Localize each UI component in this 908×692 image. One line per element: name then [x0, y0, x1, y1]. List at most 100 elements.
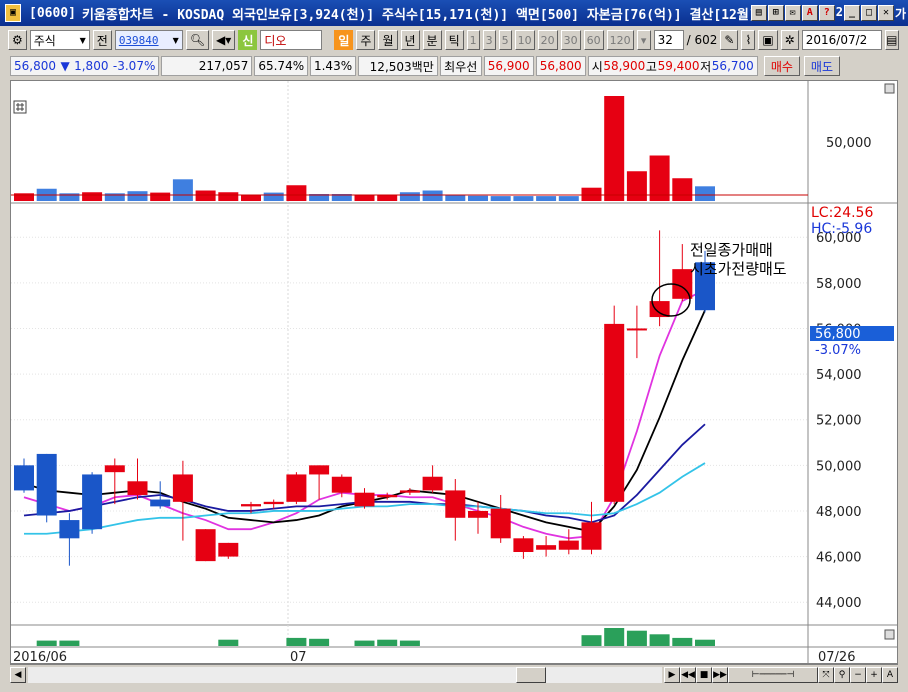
- interval-30-button[interactable]: 30: [560, 30, 581, 50]
- upper-bar: [377, 195, 398, 201]
- window-titlebar: ▣ [0600] 키움종합차트 - KOSDAQ 외국인보유[3,924(천)]…: [0, 0, 908, 26]
- stock-name-field: 디오: [260, 30, 323, 50]
- window-list-icon[interactable]: ⊞: [767, 4, 784, 21]
- text-tool-icon[interactable]: A: [882, 666, 898, 683]
- save-icon[interactable]: ▣: [758, 30, 778, 50]
- candle: [626, 328, 647, 331]
- zoom-in-icon[interactable]: +: [866, 666, 882, 683]
- upper-bar: [399, 192, 420, 201]
- volume-bar: [672, 637, 693, 646]
- search-icon[interactable]: 🔍︎: [185, 30, 210, 50]
- chart-scrollbar[interactable]: ◀ ▶ ◀◀ ■ ▶▶ ⊢─────⊣ ⤧ ⚲ − + A: [10, 664, 898, 684]
- upper-bar: [286, 185, 307, 201]
- upper-bar: [263, 192, 284, 201]
- chart-toolbar: ⚙ 주식 ▼ 전 039840 ▼ 🔍︎ ◀▾ 신 디오 일 주 월 년 분 틱 1…: [0, 27, 908, 53]
- candlestick-chart[interactable]: 50,000 44,000 46,000 48,000 50,000 52,000 54,…: [11, 81, 897, 665]
- alert-icon[interactable]: A: [801, 4, 818, 21]
- period-month-tab[interactable]: 월: [378, 30, 398, 50]
- scroll-track[interactable]: [28, 666, 662, 683]
- period-minute-tab[interactable]: 분: [422, 30, 442, 50]
- quote-price-group: 56,800 ▼ 1,800 -3.07%: [10, 56, 160, 76]
- candle: [241, 504, 261, 507]
- calendar-icon[interactable]: ▤: [884, 30, 899, 50]
- interval-dropdown[interactable]: ▾: [636, 30, 651, 50]
- stock-code-input[interactable]: 039840 ▼: [114, 30, 183, 50]
- interval-120-button[interactable]: 120: [606, 30, 634, 50]
- lock-icon[interactable]: ✉: [784, 4, 801, 21]
- rewind-icon[interactable]: ◀◀: [680, 666, 696, 683]
- candle: [195, 529, 216, 562]
- candle: [422, 476, 443, 491]
- upper-bar: [558, 196, 579, 201]
- candle: [377, 494, 398, 498]
- best-bid: 56,900: [483, 56, 534, 76]
- volume-bar: [626, 630, 647, 646]
- zoom-out-icon[interactable]: −: [850, 666, 866, 683]
- date-input[interactable]: 2016/07/2: [801, 30, 882, 50]
- x-label-start: 2016/06: [13, 650, 67, 663]
- upper-y-tick: 50,000: [826, 136, 872, 151]
- candle: [82, 474, 103, 530]
- interval-10-button[interactable]: 10: [514, 30, 535, 50]
- period-year-tab[interactable]: 년: [400, 30, 420, 50]
- count-input[interactable]: 32: [653, 30, 684, 50]
- candle: [445, 490, 466, 518]
- candle: [150, 499, 171, 507]
- interval-5-button[interactable]: 5: [498, 30, 512, 50]
- high-price: 59,400: [657, 59, 700, 73]
- minimize-icon[interactable]: _: [843, 4, 860, 21]
- period-tick-tab[interactable]: 틱: [444, 30, 464, 50]
- help-icon[interactable]: ?: [818, 4, 835, 21]
- period-day-tab[interactable]: 일: [334, 30, 354, 50]
- buy-button[interactable]: 매수: [763, 56, 800, 76]
- new-label[interactable]: 신: [238, 30, 258, 50]
- candle: [581, 522, 602, 550]
- title-overflow-text: 2: [835, 4, 843, 19]
- volume-bar: [286, 637, 307, 646]
- upper-bar: [513, 196, 534, 201]
- upper-bar: [536, 196, 557, 201]
- screen-id: [0600]: [29, 5, 76, 21]
- forward-icon[interactable]: ▶▶: [712, 666, 728, 683]
- interval-3-button[interactable]: 3: [482, 30, 496, 50]
- x-label-end: 07/26: [818, 650, 855, 663]
- volume-bar: [309, 638, 330, 646]
- close-icon[interactable]: ✕: [877, 4, 894, 21]
- chart-container[interactable]: 50,000 44,000 46,000 48,000 50,000 52,000 54,…: [10, 80, 898, 665]
- chevron-down-icon: ▼: [79, 35, 86, 45]
- candle: [490, 508, 511, 539]
- interval-20-button[interactable]: 20: [537, 30, 558, 50]
- close-volume-pane-icon[interactable]: [884, 629, 895, 640]
- upper-bar: [127, 191, 148, 201]
- play-icon[interactable]: ▶: [664, 666, 680, 683]
- zoom-slider-icon[interactable]: ⊢─────⊣: [728, 666, 818, 683]
- upper-bar: [445, 195, 466, 201]
- low-label: 저: [700, 59, 712, 74]
- scroll-thumb[interactable]: [516, 666, 546, 683]
- line-chart-icon[interactable]: ⌇: [741, 30, 756, 50]
- settings-icon[interactable]: ⚙: [8, 30, 27, 50]
- volume-bar: [604, 628, 625, 646]
- title-cut-text: 가: [894, 6, 906, 21]
- speaker-icon[interactable]: ◀▾: [212, 30, 236, 50]
- prev-stock-button[interactable]: 전: [92, 30, 112, 50]
- layout-icon[interactable]: ▤: [750, 4, 767, 21]
- upper-bar: [172, 179, 193, 201]
- candle: [263, 501, 284, 505]
- maximize-icon[interactable]: □: [860, 4, 877, 21]
- candle: [354, 492, 375, 507]
- y-tick-label: 44,000: [816, 596, 862, 611]
- candle: [36, 453, 57, 516]
- magnify-icon[interactable]: ⚲: [834, 666, 850, 683]
- period-week-tab[interactable]: 주: [356, 30, 376, 50]
- sell-button[interactable]: 매도: [803, 56, 840, 76]
- interval-1-button[interactable]: 1: [466, 30, 480, 50]
- gear-icon[interactable]: ✲: [780, 30, 799, 50]
- close-pane-icon[interactable]: [884, 83, 895, 94]
- stop-icon[interactable]: ■: [696, 666, 712, 683]
- pan-icon[interactable]: ⤧: [818, 666, 834, 683]
- scroll-left-icon[interactable]: ◀: [10, 666, 26, 683]
- wrench-icon[interactable]: ✎: [720, 30, 739, 50]
- market-type-select[interactable]: 주식 ▼: [29, 30, 90, 50]
- interval-60-button[interactable]: 60: [583, 30, 604, 50]
